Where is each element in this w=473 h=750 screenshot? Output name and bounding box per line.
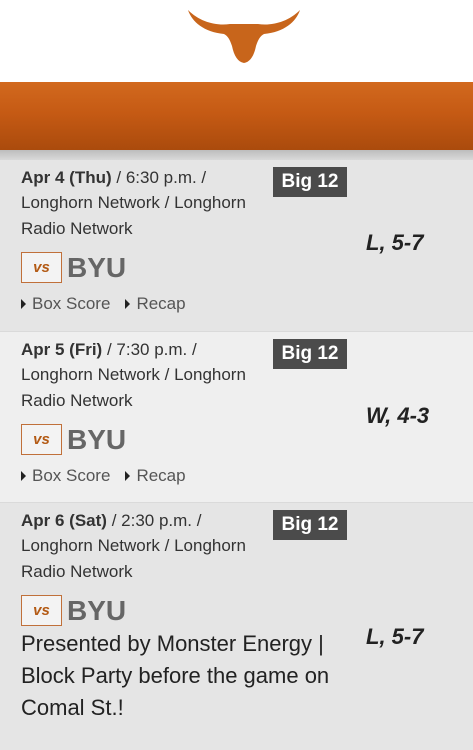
recap-link[interactable]: Recap [125, 466, 186, 486]
conference-badge: Big 12 [273, 339, 347, 369]
game-date: Apr 5 (Fri) [21, 340, 103, 359]
opponent-name[interactable]: BYU [67, 424, 126, 456]
banner-shadow [0, 150, 473, 160]
game-result: W, 4-3 [366, 403, 430, 428]
opponent-name[interactable]: BYU [67, 252, 126, 284]
caret-right-icon [125, 299, 131, 309]
longhorn-logo-icon[interactable] [186, 4, 302, 66]
game-row: Apr 6 (Sat) / 2:30 p.m. / Longhorn Netwo… [0, 503, 473, 750]
recap-label: Recap [136, 294, 186, 313]
orange-banner [0, 82, 473, 152]
site-header [0, 0, 473, 82]
conference-badge: Big 12 [273, 510, 347, 540]
game-date: Apr 6 (Sat) [21, 511, 107, 530]
opponent: vs BYU [21, 423, 126, 456]
box-score-link[interactable]: Box Score [21, 466, 110, 486]
game-row: Apr 4 (Thu) / 6:30 p.m. / Longhorn Netwo… [0, 160, 473, 331]
game-info: Apr 5 (Fri) / 7:30 p.m. / Longhorn Netwo… [21, 337, 273, 413]
recap-link[interactable]: Recap [125, 294, 186, 314]
promo-text: Presented by Monster Energy | Block Part… [21, 631, 330, 720]
vs-badge: vs [21, 424, 62, 455]
opponent-name[interactable]: BYU [67, 595, 126, 627]
game-result: L, 5-7 [366, 230, 424, 255]
game-result: L, 5-7 [366, 624, 424, 649]
box-score-link[interactable]: Box Score [21, 294, 110, 314]
opponent: vs BYU [21, 251, 126, 284]
caret-right-icon [21, 299, 26, 309]
game-info: Apr 4 (Thu) / 6:30 p.m. / Longhorn Netwo… [21, 165, 273, 241]
opponent: vs BYU [21, 594, 126, 627]
conference-badge: Big 12 [273, 167, 347, 197]
caret-right-icon [21, 471, 26, 481]
game-row: Apr 5 (Fri) / 7:30 p.m. / Longhorn Netwo… [0, 331, 473, 503]
game-date: Apr 4 (Thu) [21, 168, 112, 187]
caret-right-icon [125, 471, 131, 481]
game-info: Apr 6 (Sat) / 2:30 p.m. / Longhorn Netwo… [21, 508, 273, 584]
game-links: Box Score Recap [21, 466, 201, 486]
recap-label: Recap [136, 466, 186, 485]
game-links: Box Score Recap [21, 294, 201, 314]
vs-badge: vs [21, 252, 62, 283]
box-score-label: Box Score [32, 466, 111, 485]
vs-badge: vs [21, 595, 62, 626]
box-score-label: Box Score [32, 294, 111, 313]
